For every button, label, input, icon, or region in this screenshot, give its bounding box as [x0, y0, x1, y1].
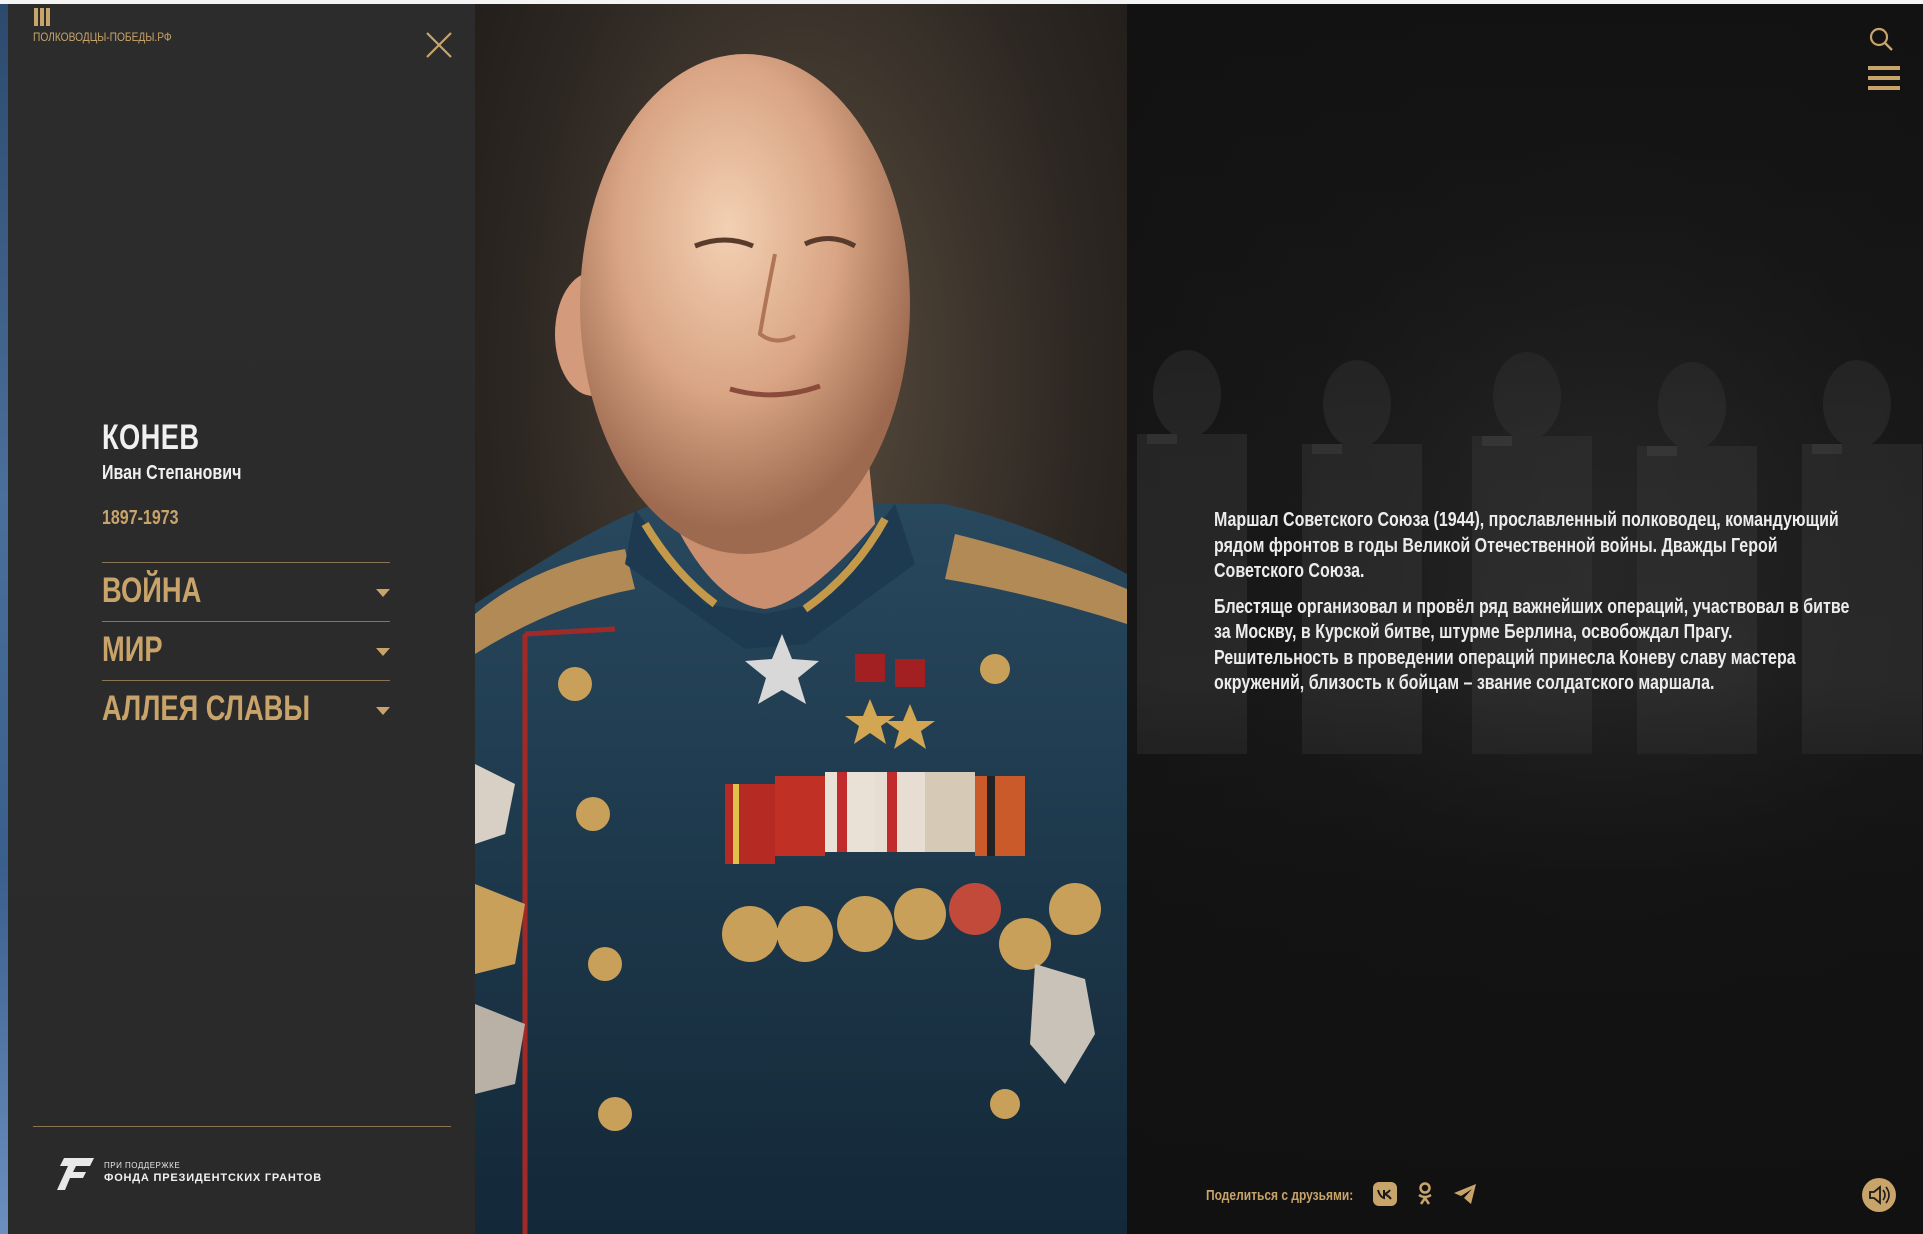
menu-item-label: АЛЛЕЯ СЛАВЫ — [102, 689, 311, 728]
menu-item-alley-of-glory[interactable]: АЛЛЕЯ СЛАВЫ — [102, 680, 390, 739]
speaker-icon — [1869, 1185, 1890, 1205]
odnoklassniki-icon[interactable] — [1412, 1181, 1438, 1207]
sidebar: ПОЛКОВОДЦЫ-ПОБЕДЫ.РФ КОНЕВ Иван Степанов… — [8, 4, 475, 1234]
chevron-down-icon — [376, 589, 390, 597]
marshal-portrait — [475, 4, 1127, 1234]
hamburger-menu-icon[interactable] — [1868, 66, 1900, 92]
menu-item-label: МИР — [102, 630, 163, 669]
close-icon[interactable] — [424, 30, 454, 60]
person-given-names: Иван Степанович — [102, 462, 242, 484]
presidential-grants-logo-icon — [57, 1158, 94, 1190]
biography-text: Маршал Советского Союза (1944), прославл… — [1214, 508, 1854, 707]
sidebar-divider — [33, 1126, 451, 1127]
person-surname: КОНЕВ — [102, 418, 200, 457]
biography-paragraph-1: Маршал Советского Союза (1944), прославл… — [1214, 509, 1839, 582]
person-info: КОНЕВ Иван Степанович 1897-1973 — [102, 418, 276, 530]
desktop-background-strip — [0, 4, 8, 1234]
vk-icon[interactable] — [1372, 1181, 1398, 1207]
menu-item-label: ВОЙНА — [102, 571, 202, 610]
sound-toggle-button[interactable] — [1862, 1178, 1896, 1212]
chevron-down-icon — [376, 707, 390, 715]
chevron-down-icon — [376, 648, 390, 656]
menu-item-peace[interactable]: МИР — [102, 621, 390, 680]
sponsor-name: ФОНДА ПРЕЗИДЕНТСКИХ ГРАНТОВ — [104, 1172, 322, 1184]
sponsor-caption: ПРИ ПОДДЕРЖКЕ — [104, 1161, 181, 1170]
telegram-icon[interactable] — [1452, 1181, 1478, 1207]
share-label: Поделиться с друзьями: — [1206, 1187, 1354, 1204]
biography-paragraph-2: Блестяще организовал и провёл ряд важней… — [1214, 595, 1850, 695]
section-menu: ВОЙНА МИР АЛЛЕЯ СЛАВЫ — [102, 562, 390, 739]
search-icon[interactable] — [1868, 26, 1894, 52]
person-years: 1897-1973 — [102, 507, 179, 529]
site-logo-icon[interactable] — [34, 8, 52, 28]
site-logo-text[interactable]: ПОЛКОВОДЦЫ-ПОБЕДЫ.РФ — [33, 30, 172, 44]
menu-item-war[interactable]: ВОЙНА — [102, 562, 390, 621]
